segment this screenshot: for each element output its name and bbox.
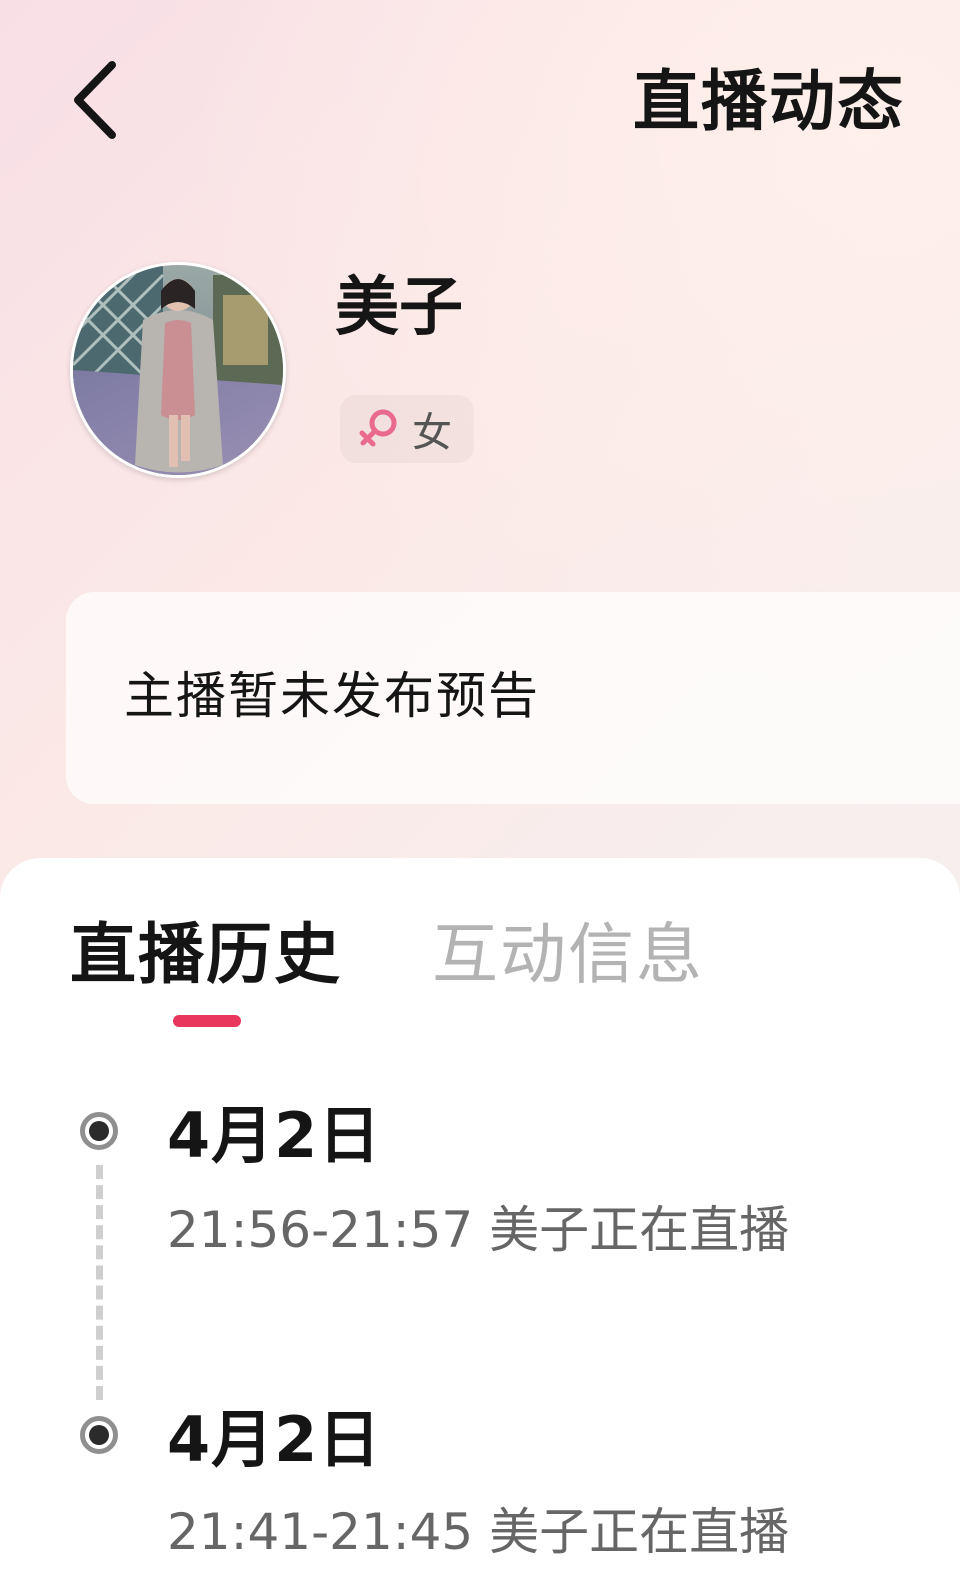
gender-label: 女	[412, 410, 452, 456]
female-symbol-icon	[359, 409, 397, 447]
active-tab-indicator	[173, 1015, 241, 1027]
timeline-entry-description: 21:56-21:57 美子正在直播	[167, 1201, 790, 1259]
avatar-image	[73, 265, 283, 475]
avatar[interactable]	[70, 262, 286, 478]
page-title: 直播动态	[633, 63, 905, 140]
timeline-dot-icon	[80, 1112, 118, 1150]
preview-notice-card: 主播暂未发布预告	[66, 592, 960, 804]
tab-live-history[interactable]: 直播历史	[70, 912, 342, 998]
tab-interaction-info[interactable]: 互动信息	[432, 912, 704, 998]
timeline-entry-date: 4月2日	[167, 1403, 382, 1476]
timeline-dot-icon	[80, 1416, 118, 1454]
timeline-connector	[96, 1165, 103, 1400]
preview-notice-text: 主播暂未发布预告	[124, 667, 540, 725]
timeline-entry-description: 21:41-21:45 美子正在直播	[167, 1503, 790, 1561]
timeline-entry-date: 4月2日	[167, 1099, 382, 1172]
gender-badge: 女	[340, 395, 474, 463]
chevron-left-icon	[74, 61, 116, 139]
back-button[interactable]	[60, 55, 130, 145]
username: 美子	[335, 271, 463, 345]
